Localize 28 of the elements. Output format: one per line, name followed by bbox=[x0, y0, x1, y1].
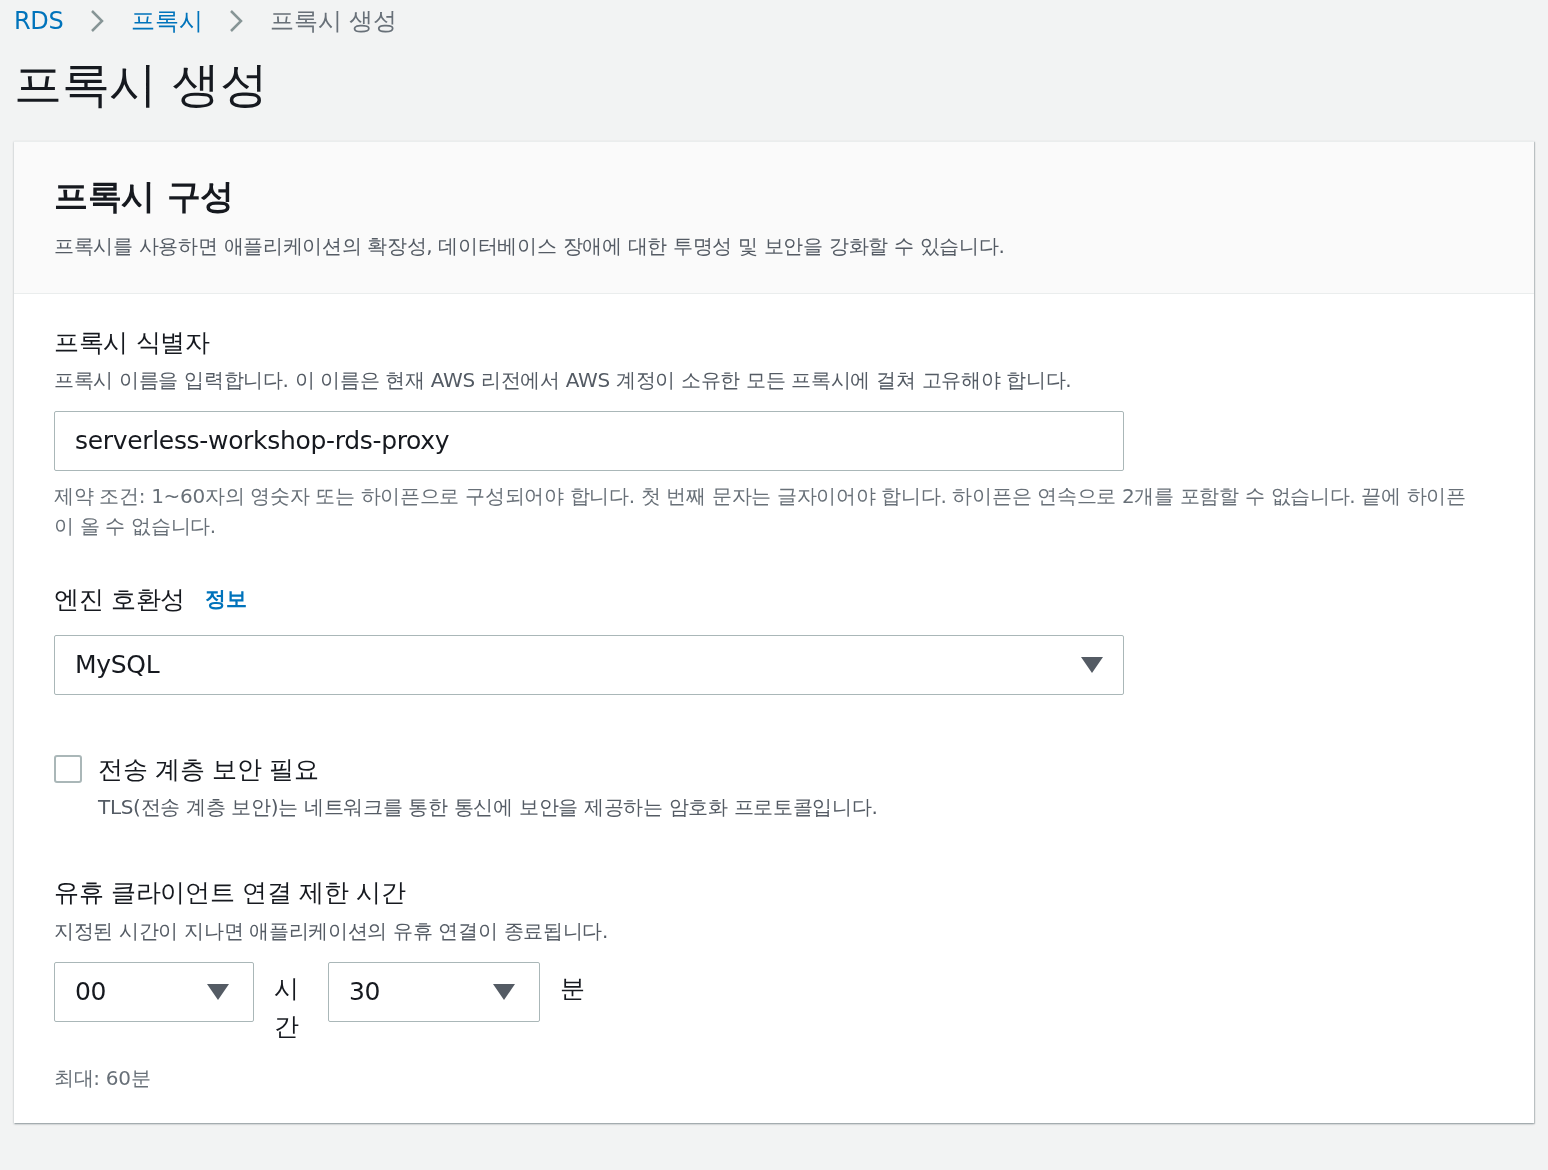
constraint-text: 최대: 60분 bbox=[54, 1065, 152, 1093]
unit-label: 시간 bbox=[274, 972, 300, 1044]
field-description: 프록시 이름을 입력합니다. 이 이름은 현재 AWS 리전에서 AWS 계정이 소유한 모든 프록시에 걸쳐 고유해야 합니다. bbox=[54, 367, 1073, 395]
constraint-text: 제약 조건: 1~60자의 영숫자 또는 하이픈으로 구성되어야 합니다. 첫 번째 문자는 글자이어야 합니다. 하이픈은 연속으로 2개를 포함할 수 없습니다. 끝에 하이픈이 올 수 없습니다. bbox=[54, 483, 1467, 541]
checkbox[interactable] bbox=[54, 754, 82, 783]
dropdown-caret-icon bbox=[1081, 656, 1103, 673]
dropdown-caret-icon bbox=[493, 983, 515, 1000]
checkbox-label: 전송 계층 보안 필요 bbox=[98, 753, 320, 786]
select-field[interactable]: 00 bbox=[54, 961, 254, 1022]
chevron-right-icon bbox=[228, 9, 245, 33]
breadcrumb-current: 프록시 생성 bbox=[270, 6, 397, 37]
field-description: 지정된 시간이 지나면 애플리케이션의 유휴 연결이 종료됩니다. bbox=[54, 917, 609, 945]
info-link[interactable]: 정보 bbox=[205, 584, 247, 616]
field-label: 유휴 클라이언트 연결 제한 시간 bbox=[54, 877, 407, 910]
select-field[interactable]: MySQL bbox=[54, 634, 1124, 695]
text-field[interactable]: serverless-workshop-rds-proxy bbox=[54, 411, 1124, 472]
breadcrumb-link[interactable]: RDS bbox=[14, 3, 64, 39]
section-description: 프록시를 사용하면 애플리케이션의 확장성, 데이터베이스 장애에 대한 투명성 및 보안을 강화할 수 있습니다. bbox=[54, 232, 1006, 260]
select-field[interactable]: 30 bbox=[328, 961, 540, 1022]
page-title: 프록시 생성 bbox=[14, 58, 269, 111]
dropdown-caret-icon bbox=[207, 983, 229, 1000]
breadcrumb-link[interactable]: 프록시 bbox=[131, 3, 203, 39]
unit-label: 분 bbox=[560, 972, 586, 1005]
section-title: 프록시 구성 bbox=[54, 175, 235, 217]
field-label: 프록시 식별자 bbox=[54, 326, 211, 359]
field-label: 엔진 호환성 bbox=[54, 584, 186, 617]
checkbox-description: TLS(전송 계층 보안)는 네트워크를 통한 통신에 보안을 제공하는 암호화 프로토콜입니다. bbox=[98, 794, 878, 822]
chevron-right-icon bbox=[89, 9, 106, 33]
